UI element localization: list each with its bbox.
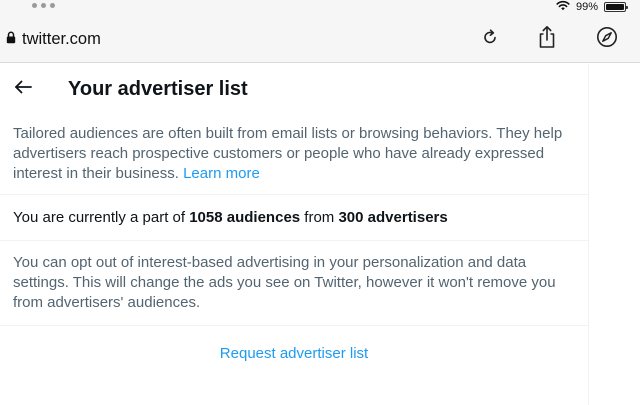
back-button[interactable] xyxy=(14,80,32,98)
audience-count-value: 1058 audiences xyxy=(189,208,301,226)
bookmarks-button[interactable] xyxy=(593,25,621,53)
page-header: Your advertiser list xyxy=(0,64,588,114)
request-advertiser-list-button[interactable]: Request advertiser list xyxy=(0,326,588,381)
learn-more-link[interactable]: Learn more xyxy=(183,165,260,182)
optout-section: You can opt out of interest-based advert… xyxy=(0,241,588,326)
audience-count: You are currently a part of 1058 audienc… xyxy=(0,195,588,241)
battery-icon xyxy=(604,2,628,12)
count-prefix: You are currently a part of xyxy=(13,208,190,226)
browser-chrome: 99% twitter.com xyxy=(0,0,640,63)
multitasking-dots-icon[interactable] xyxy=(32,3,55,8)
advertiser-list-page: Your advertiser list Tailored audiences … xyxy=(0,64,589,405)
count-middle: from xyxy=(300,208,339,226)
compass-icon xyxy=(596,26,618,53)
status-bar: 99% xyxy=(556,0,628,14)
share-button[interactable] xyxy=(533,25,561,53)
back-arrow-icon xyxy=(14,80,32,99)
page-title: Your advertiser list xyxy=(68,77,248,100)
battery-percent: 99% xyxy=(575,1,598,13)
intro-text: Tailored audiences are often built from … xyxy=(13,125,563,182)
reload-button[interactable] xyxy=(476,25,504,53)
intro-section: Tailored audiences are often built from … xyxy=(0,114,588,195)
battery-level xyxy=(606,4,624,10)
advertiser-count-value: 300 advertisers xyxy=(338,208,448,226)
wifi-icon xyxy=(556,0,570,14)
reload-icon xyxy=(481,28,499,51)
optout-text: You can opt out of interest-based advert… xyxy=(13,254,556,311)
share-icon xyxy=(537,25,557,54)
